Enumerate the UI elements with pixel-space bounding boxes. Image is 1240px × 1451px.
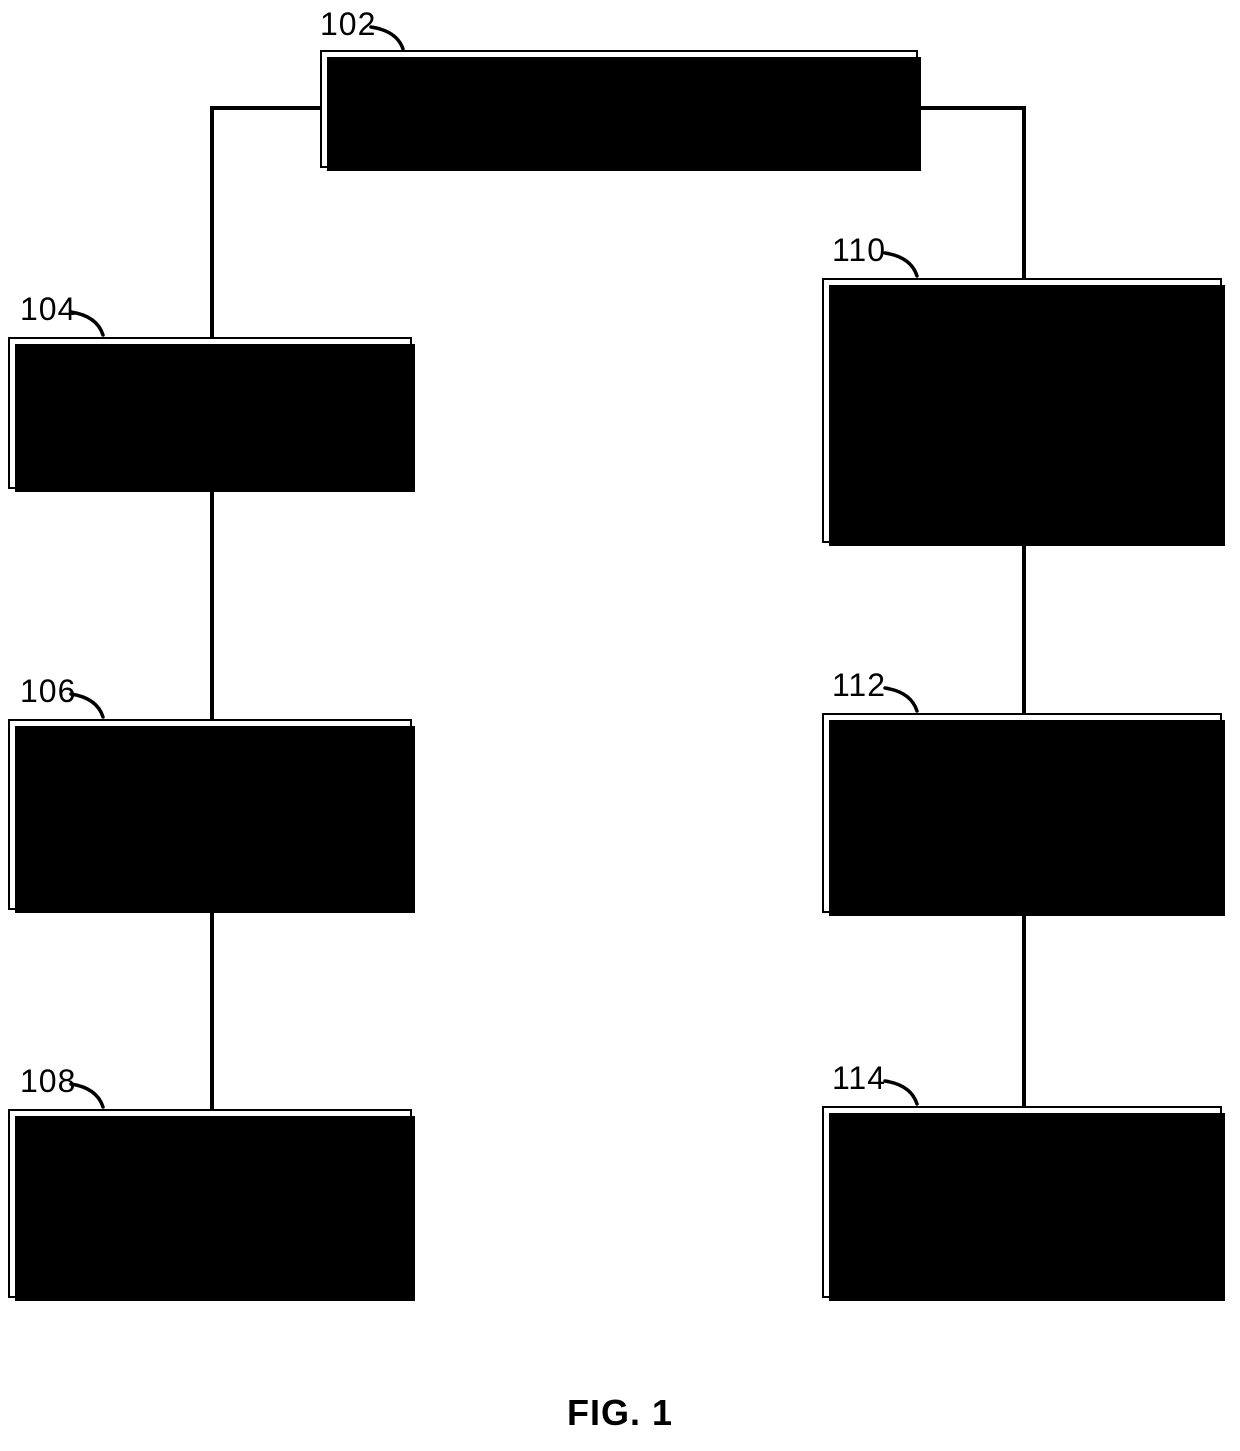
process-box-106[interactable]: Integrate Feedback of Human Agent's Actu… (8, 719, 415, 913)
process-box-110[interactable]: Engage Automated Tools, Loaded with Arti… (822, 278, 1225, 546)
process-box-110-label: Engage Automated Tools, Loaded with Arti… (886, 306, 1158, 515)
process-box-102[interactable]: Monitoring System for Detecting Incoming… (320, 50, 921, 171)
reference-numeral-114: 114 (832, 1060, 887, 1096)
leader-line-112 (883, 686, 919, 713)
process-box-106-label: Integrate Feedback of Human Agent's Actu… (70, 745, 350, 884)
reference-numeral-112: 112 (832, 667, 887, 703)
process-box-102-label: Monitoring System for Detecting Incoming… (408, 74, 830, 143)
process-box-108-label: Determine why Chat Responder Accepted or… (55, 1134, 365, 1273)
reference-numeral-108: 108 (20, 1063, 77, 1099)
process-box-112-label: Review and Retrieve, from ML Library, Hi… (866, 743, 1178, 883)
connector-102-to-104 (210, 106, 320, 337)
process-box-114-label: Present Information for Selectable use b… (884, 1150, 1160, 1254)
patent-figure-1: 102 104 106 108 110 112 114 Monitoring S… (0, 0, 1240, 1451)
process-box-114[interactable]: Present Information for Selectable use b… (822, 1106, 1225, 1301)
figure-caption: FIG. 1 (566, 1392, 674, 1433)
leader-line-110 (883, 251, 919, 278)
reference-numeral-104: 104 (20, 291, 77, 327)
leader-line-114 (883, 1079, 919, 1106)
process-box-104[interactable]: Alert Human Chat Responder (8, 337, 415, 492)
process-box-104-label: Alert Human Chat Responder (92, 378, 328, 447)
reference-numeral-106: 106 (20, 673, 77, 709)
connector-102-to-110 (918, 106, 1026, 278)
process-box-112[interactable]: Review and Retrieve, from ML Library, Hi… (822, 713, 1225, 916)
process-box-108[interactable]: Determine why Chat Responder Accepted or… (8, 1109, 415, 1301)
reference-numeral-110: 110 (832, 232, 887, 268)
reference-numeral-102: 102 (320, 6, 377, 42)
